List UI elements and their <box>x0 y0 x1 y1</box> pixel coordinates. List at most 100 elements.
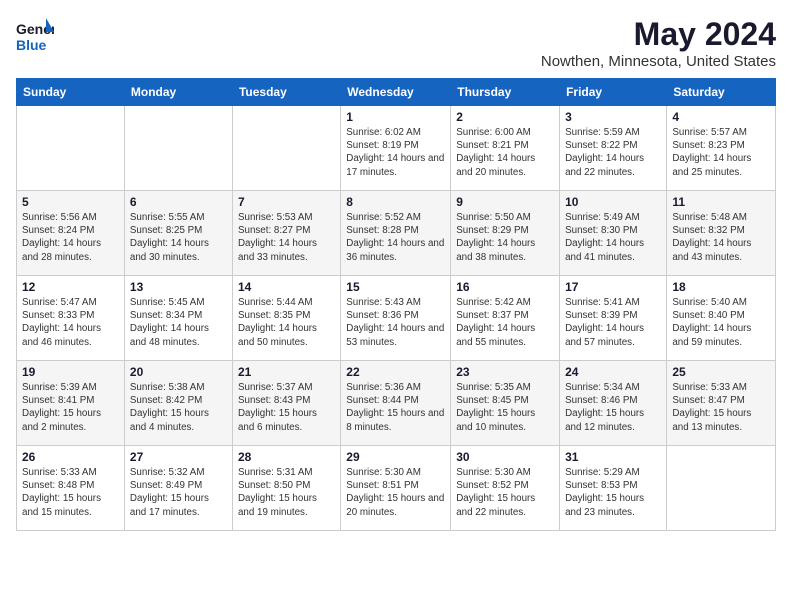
day-detail: Sunrise: 5:39 AM Sunset: 8:41 PM Dayligh… <box>22 381 119 434</box>
svg-text:Blue: Blue <box>16 37 47 53</box>
calendar-week-4: 19 Sunrise: 5:39 AM Sunset: 8:41 PM Dayli… <box>17 361 776 446</box>
header-wednesday: Wednesday <box>341 79 451 106</box>
calendar-cell: 10 Sunrise: 5:49 AM Sunset: 8:30 PM Dayli… <box>560 191 667 276</box>
calendar-table: Sunday Monday Tuesday Wednesday Thursday… <box>16 78 776 531</box>
calendar-week-2: 5Sunrise: 5:56 AM Sunset: 8:24 PM Daylig… <box>17 191 776 276</box>
calendar-cell: 6Sunrise: 5:55 AM Sunset: 8:25 PM Daylig… <box>124 191 232 276</box>
day-number: 29 <box>346 450 445 464</box>
calendar-cell: 20Sunrise: 5:38 AM Sunset: 8:42 PM Dayli… <box>124 361 232 446</box>
day-detail: Sunrise: 5:47 AM Sunset: 8:33 PM Dayligh… <box>22 296 119 349</box>
day-detail: Sunrise: 6:02 AM Sunset: 8:19 PM Dayligh… <box>346 126 445 179</box>
calendar-cell: 17 Sunrise: 5:41 AM Sunset: 8:39 PM Dayli… <box>560 276 667 361</box>
calendar-cell: 14Sunrise: 5:44 AM Sunset: 8:35 PM Dayli… <box>232 276 340 361</box>
calendar-cell: 24 Sunrise: 5:34 AM Sunset: 8:46 PM Dayli… <box>560 361 667 446</box>
day-detail: Sunrise: 5:30 AM Sunset: 8:51 PM Dayligh… <box>346 466 445 519</box>
day-number: 24 <box>565 365 661 379</box>
calendar-week-3: 12 Sunrise: 5:47 AM Sunset: 8:33 PM Dayli… <box>17 276 776 361</box>
day-detail: Sunrise: 5:34 AM Sunset: 8:46 PM Dayligh… <box>565 381 661 434</box>
calendar-cell: 26 Sunrise: 5:33 AM Sunset: 8:48 PM Dayli… <box>17 446 125 531</box>
header-sunday: Sunday <box>17 79 125 106</box>
title-block: May 2024 Nowthen, Minnesota, United Stat… <box>541 16 776 70</box>
calendar-cell <box>17 106 125 191</box>
day-number: 3 <box>565 110 661 124</box>
day-detail: Sunrise: 5:40 AM Sunset: 8:40 PM Dayligh… <box>672 296 770 349</box>
calendar-cell: 29 Sunrise: 5:30 AM Sunset: 8:51 PM Dayli… <box>341 446 451 531</box>
day-detail: Sunrise: 5:41 AM Sunset: 8:39 PM Dayligh… <box>565 296 661 349</box>
day-number: 22 <box>346 365 445 379</box>
day-number: 19 <box>22 365 119 379</box>
header-friday: Friday <box>560 79 667 106</box>
day-detail: Sunrise: 5:50 AM Sunset: 8:29 PM Dayligh… <box>456 211 554 264</box>
calendar-cell: 4 Sunrise: 5:57 AM Sunset: 8:23 PM Daylig… <box>667 106 776 191</box>
day-number: 25 <box>672 365 770 379</box>
day-detail: Sunrise: 5:33 AM Sunset: 8:48 PM Dayligh… <box>22 466 119 519</box>
day-number: 13 <box>130 280 227 294</box>
calendar-cell <box>232 106 340 191</box>
calendar-cell: 3 Sunrise: 5:59 AM Sunset: 8:22 PM Daylig… <box>560 106 667 191</box>
logo-icon: General Blue <box>16 16 54 56</box>
page-header: General Blue May 2024 Nowthen, Minnesota… <box>16 16 776 70</box>
day-detail: Sunrise: 5:44 AM Sunset: 8:35 PM Dayligh… <box>238 296 335 349</box>
day-number: 30 <box>456 450 554 464</box>
calendar-cell: 18Sunrise: 5:40 AM Sunset: 8:40 PM Dayli… <box>667 276 776 361</box>
day-detail: Sunrise: 5:38 AM Sunset: 8:42 PM Dayligh… <box>130 381 227 434</box>
day-number: 15 <box>346 280 445 294</box>
calendar-cell: 5Sunrise: 5:56 AM Sunset: 8:24 PM Daylig… <box>17 191 125 276</box>
calendar-cell: 13 Sunrise: 5:45 AM Sunset: 8:34 PM Dayli… <box>124 276 232 361</box>
day-detail: Sunrise: 5:57 AM Sunset: 8:23 PM Dayligh… <box>672 126 770 179</box>
calendar-title: May 2024 <box>541 16 776 53</box>
calendar-cell: 1 Sunrise: 6:02 AM Sunset: 8:19 PM Daylig… <box>341 106 451 191</box>
day-detail: Sunrise: 5:35 AM Sunset: 8:45 PM Dayligh… <box>456 381 554 434</box>
calendar-cell: 25 Sunrise: 5:33 AM Sunset: 8:47 PM Dayli… <box>667 361 776 446</box>
day-number: 26 <box>22 450 119 464</box>
header-thursday: Thursday <box>451 79 560 106</box>
day-detail: Sunrise: 5:48 AM Sunset: 8:32 PM Dayligh… <box>672 211 770 264</box>
day-detail: Sunrise: 6:00 AM Sunset: 8:21 PM Dayligh… <box>456 126 554 179</box>
day-number: 7 <box>238 195 335 209</box>
calendar-cell: 28Sunrise: 5:31 AM Sunset: 8:50 PM Dayli… <box>232 446 340 531</box>
day-detail: Sunrise: 5:49 AM Sunset: 8:30 PM Dayligh… <box>565 211 661 264</box>
calendar-cell: 2 Sunrise: 6:00 AM Sunset: 8:21 PM Daylig… <box>451 106 560 191</box>
calendar-cell: 23Sunrise: 5:35 AM Sunset: 8:45 PM Dayli… <box>451 361 560 446</box>
day-number: 12 <box>22 280 119 294</box>
day-number: 11 <box>672 195 770 209</box>
day-number: 4 <box>672 110 770 124</box>
day-detail: Sunrise: 5:45 AM Sunset: 8:34 PM Dayligh… <box>130 296 227 349</box>
calendar-cell: 8Sunrise: 5:52 AM Sunset: 8:28 PM Daylig… <box>341 191 451 276</box>
calendar-cell: 7 Sunrise: 5:53 AM Sunset: 8:27 PM Daylig… <box>232 191 340 276</box>
calendar-cell: 22 Sunrise: 5:36 AM Sunset: 8:44 PM Dayli… <box>341 361 451 446</box>
day-detail: Sunrise: 5:53 AM Sunset: 8:27 PM Dayligh… <box>238 211 335 264</box>
logo: General Blue <box>16 16 54 56</box>
calendar-cell: 15 Sunrise: 5:43 AM Sunset: 8:36 PM Dayli… <box>341 276 451 361</box>
calendar-cell <box>124 106 232 191</box>
day-number: 21 <box>238 365 335 379</box>
calendar-header: Sunday Monday Tuesday Wednesday Thursday… <box>17 79 776 106</box>
day-detail: Sunrise: 5:59 AM Sunset: 8:22 PM Dayligh… <box>565 126 661 179</box>
day-detail: Sunrise: 5:32 AM Sunset: 8:49 PM Dayligh… <box>130 466 227 519</box>
day-detail: Sunrise: 5:30 AM Sunset: 8:52 PM Dayligh… <box>456 466 554 519</box>
day-number: 1 <box>346 110 445 124</box>
day-number: 28 <box>238 450 335 464</box>
day-detail: Sunrise: 5:55 AM Sunset: 8:25 PM Dayligh… <box>130 211 227 264</box>
calendar-cell: 19 Sunrise: 5:39 AM Sunset: 8:41 PM Dayli… <box>17 361 125 446</box>
header-row: Sunday Monday Tuesday Wednesday Thursday… <box>17 79 776 106</box>
header-saturday: Saturday <box>667 79 776 106</box>
day-detail: Sunrise: 5:52 AM Sunset: 8:28 PM Dayligh… <box>346 211 445 264</box>
calendar-cell: 21 Sunrise: 5:37 AM Sunset: 8:43 PM Dayli… <box>232 361 340 446</box>
day-detail: Sunrise: 5:37 AM Sunset: 8:43 PM Dayligh… <box>238 381 335 434</box>
day-detail: Sunrise: 5:36 AM Sunset: 8:44 PM Dayligh… <box>346 381 445 434</box>
calendar-cell: 12 Sunrise: 5:47 AM Sunset: 8:33 PM Dayli… <box>17 276 125 361</box>
day-number: 2 <box>456 110 554 124</box>
day-number: 9 <box>456 195 554 209</box>
calendar-cell: 31Sunrise: 5:29 AM Sunset: 8:53 PM Dayli… <box>560 446 667 531</box>
header-tuesday: Tuesday <box>232 79 340 106</box>
day-detail: Sunrise: 5:43 AM Sunset: 8:36 PM Dayligh… <box>346 296 445 349</box>
day-number: 27 <box>130 450 227 464</box>
calendar-week-1: 1 Sunrise: 6:02 AM Sunset: 8:19 PM Daylig… <box>17 106 776 191</box>
day-detail: Sunrise: 5:33 AM Sunset: 8:47 PM Dayligh… <box>672 381 770 434</box>
day-number: 17 <box>565 280 661 294</box>
day-number: 16 <box>456 280 554 294</box>
calendar-body: 1 Sunrise: 6:02 AM Sunset: 8:19 PM Daylig… <box>17 106 776 531</box>
day-number: 10 <box>565 195 661 209</box>
calendar-cell: 9 Sunrise: 5:50 AM Sunset: 8:29 PM Daylig… <box>451 191 560 276</box>
